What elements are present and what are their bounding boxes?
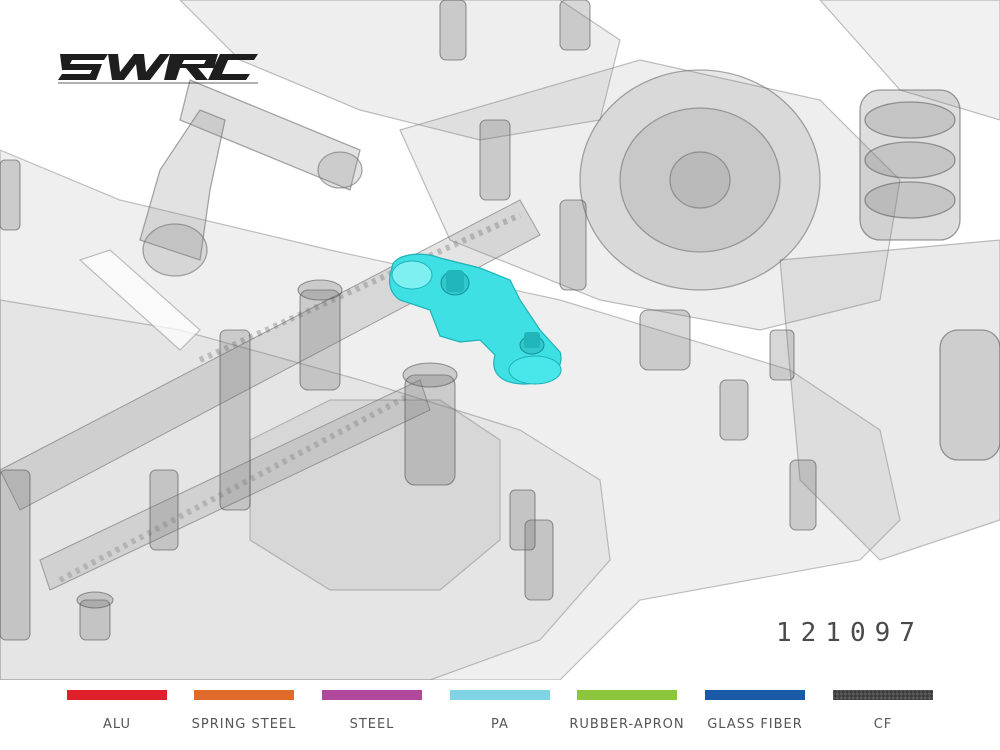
swrc-logo-icon: [58, 54, 258, 84]
material-legend: ALU SPRING STEEL STEEL PA RUBBER-APRON G…: [0, 686, 1000, 750]
legend-label-glass-fiber: GLASS FIBER: [707, 717, 803, 732]
legend-label-alu: ALU: [102, 717, 131, 732]
legend-item-rubber-apron: RUBBER-APRON: [562, 686, 692, 732]
chassis-render-svg: [0, 0, 1000, 680]
spur-gear: [579, 69, 821, 291]
legend-swatch-glass-fiber: [705, 690, 805, 700]
legend-label-pa: PA: [491, 717, 509, 732]
legend-item-alu: ALU: [52, 686, 182, 732]
legend-label-cf: CF: [873, 717, 893, 732]
legend-swatch-spring-steel: [194, 690, 294, 700]
legend-swatch-alu: [67, 690, 167, 700]
legend-label-rubber-apron: RUBBER-APRON: [569, 717, 685, 732]
chassis-render: [0, 0, 1000, 680]
legend-swatch-rubber-apron: [577, 690, 677, 700]
legend-swatch-steel: [322, 690, 422, 700]
legend-swatch-cf: [833, 690, 933, 700]
legend-item-spring-steel: SPRING STEEL: [179, 686, 309, 732]
swrc-logo: [58, 48, 258, 88]
legend-label-steel: STEEL: [349, 717, 395, 732]
legend-swatch-pa: [450, 690, 550, 700]
legend-label-spring-steel: SPRING STEEL: [191, 717, 297, 732]
legend-item-cf: CF: [818, 686, 948, 732]
legend-item-steel: STEEL: [307, 686, 437, 732]
part-number: 121097: [776, 618, 924, 648]
legend-item-glass-fiber: GLASS FIBER: [690, 686, 820, 732]
legend-item-pa: PA: [435, 686, 565, 732]
